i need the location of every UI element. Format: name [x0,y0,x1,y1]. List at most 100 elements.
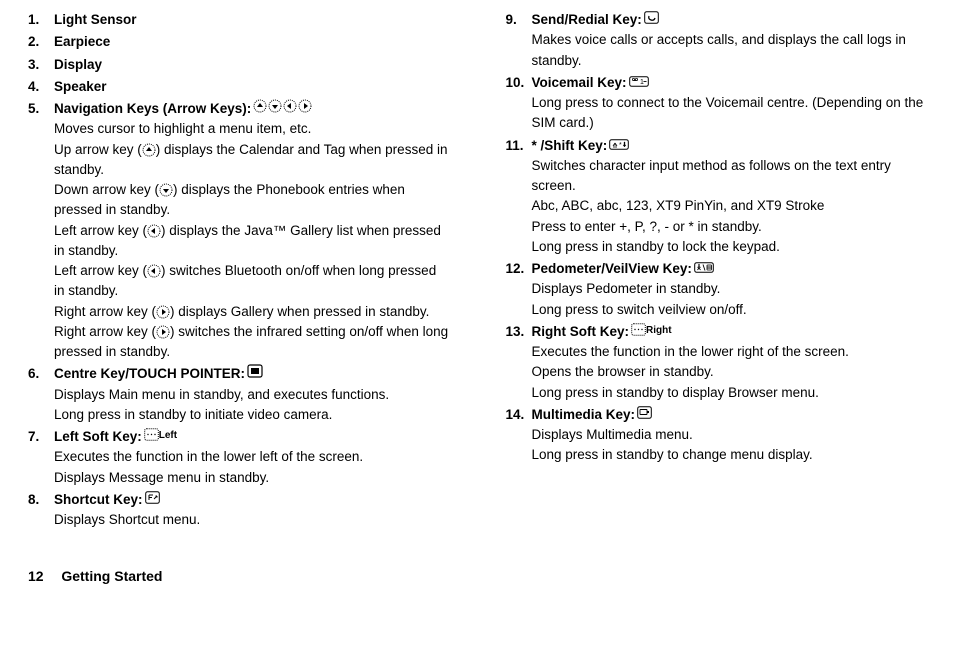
arrow-left-icon [283,99,297,113]
item-title: * /Shift Key: [532,136,608,156]
item-3: 3.Display [28,55,450,75]
right-column: 9.Send/Redial Key: Makes voice calls or … [506,10,928,532]
item-6: 6.Centre Key/TOUCH POINTER: Displays Mai… [28,364,450,425]
item-title: Earpiece [54,32,110,52]
item-desc: Left arrow key () displays the Java™ Gal… [54,221,450,262]
right-soft-key-icon: Right [631,323,672,338]
item-desc: Press to enter +, P, ?, - or * in standb… [532,217,928,237]
item-title: Left Soft Key: [54,427,142,447]
page-content: 1.Light Sensor 2.Earpiece 3.Display 4.Sp… [0,0,957,532]
item-desc: Displays Main menu in standby, and execu… [54,385,450,405]
softkey-label: Right [646,323,672,338]
item-title: Centre Key/TOUCH POINTER: [54,364,245,384]
item-desc: Opens the browser in standby. [532,362,928,382]
item-title: Right Soft Key: [532,322,630,342]
item-title: Send/Redial Key: [532,10,642,30]
desc-text: Up arrow key ( [54,142,142,157]
item-14: 14.Multimedia Key: Displays Multimedia m… [506,405,928,466]
item-desc: Long press in standby to initiate video … [54,405,450,425]
item-desc: Displays Shortcut menu. [54,510,450,530]
item-num: 1. [28,10,54,30]
item-desc: Executes the function in the lower right… [532,342,928,362]
voicemail-key-icon [629,76,649,87]
item-1: 1.Light Sensor [28,10,450,30]
desc-text: Right arrow key ( [54,324,156,339]
item-12: 12.Pedometer/VeilView Key: Displays Pedo… [506,259,928,320]
item-desc: Moves cursor to highlight a menu item, e… [54,119,450,139]
item-desc: Displays Multimedia menu. [532,425,928,445]
desc-text: Left arrow key ( [54,263,147,278]
item-10: 10.Voicemail Key: Long press to connect … [506,73,928,134]
item-num: 9. [506,10,532,30]
item-num: 14. [506,405,532,425]
multimedia-key-icon [637,406,652,419]
item-title: Display [54,55,102,75]
columns-container: 1.Light Sensor 2.Earpiece 3.Display 4.Sp… [28,10,927,532]
item-desc: Abc, ABC, abc, 123, XT9 PinYin, and XT9 … [532,196,928,216]
page-number: 12 [28,568,44,584]
item-desc: Right arrow key () switches the infrared… [54,322,450,363]
left-soft-key-icon: Left [144,428,177,443]
softkey-label: Left [159,428,177,443]
shift-key-icon [609,139,629,150]
item-11: 11.* /Shift Key: Switches character inpu… [506,136,928,258]
arrow-up-icon [142,143,156,157]
desc-text: Down arrow key ( [54,182,159,197]
pedometer-key-icon [694,262,714,273]
item-title: Navigation Keys (Arrow Keys): [54,99,251,119]
item-2: 2.Earpiece [28,32,450,52]
item-desc: Displays Pedometer in standby. [532,279,928,299]
item-4: 4.Speaker [28,77,450,97]
item-title: Voicemail Key: [532,73,627,93]
item-desc: Long press in standby to display Browser… [532,383,928,403]
arrow-left-icon [147,224,161,238]
item-desc: Long press to connect to the Voicemail c… [532,93,928,134]
desc-text: Left arrow key ( [54,223,147,238]
item-desc: Displays Message menu in standby. [54,468,450,488]
arrow-left-icon [147,264,161,278]
arrow-right-icon [298,99,312,113]
arrow-right-icon [156,305,170,319]
send-key-icon [644,11,659,24]
item-desc: Up arrow key () displays the Calendar an… [54,140,450,181]
nav-keys-icon-group [253,99,313,113]
page-footer: 12 Getting Started [0,568,957,584]
shortcut-key-icon [145,491,160,504]
item-num: 10. [506,73,532,93]
item-desc: Makes voice calls or accepts calls, and … [532,30,928,71]
item-num: 13. [506,322,532,342]
arrow-right-icon [156,325,170,339]
item-desc: Long press in standby to lock the keypad… [532,237,928,257]
item-13: 13.Right Soft Key: Right Executes the fu… [506,322,928,403]
item-num: 3. [28,55,54,75]
item-desc: Left arrow key () switches Bluetooth on/… [54,261,450,302]
arrow-down-icon [159,183,173,197]
item-num: 12. [506,259,532,279]
item-title: Multimedia Key: [532,405,636,425]
item-num: 11. [506,136,532,156]
item-desc: Executes the function in the lower left … [54,447,450,467]
item-num: 6. [28,364,54,384]
arrow-up-icon [253,99,267,113]
item-5: 5.Navigation Keys (Arrow Keys): Moves cu… [28,99,450,362]
item-desc: Down arrow key () displays the Phonebook… [54,180,450,221]
item-desc: Switches character input method as follo… [532,156,928,197]
item-num: 5. [28,99,54,119]
left-column: 1.Light Sensor 2.Earpiece 3.Display 4.Sp… [28,10,450,532]
item-title: Shortcut Key: [54,490,143,510]
item-title: Speaker [54,77,107,97]
item-desc: Long press in standby to change menu dis… [532,445,928,465]
arrow-down-icon [268,99,282,113]
item-num: 7. [28,427,54,447]
item-title: Light Sensor [54,10,137,30]
item-7: 7.Left Soft Key: Left Executes the funct… [28,427,450,488]
item-title: Pedometer/VeilView Key: [532,259,692,279]
item-desc: Long press to switch veilview on/off. [532,300,928,320]
section-title: Getting Started [61,568,162,584]
desc-text: ) displays Gallery when pressed in stand… [170,304,429,319]
item-8: 8.Shortcut Key: Displays Shortcut menu. [28,490,450,531]
item-desc: Right arrow key () displays Gallery when… [54,302,450,322]
item-9: 9.Send/Redial Key: Makes voice calls or … [506,10,928,71]
item-num: 2. [28,32,54,52]
item-num: 8. [28,490,54,510]
